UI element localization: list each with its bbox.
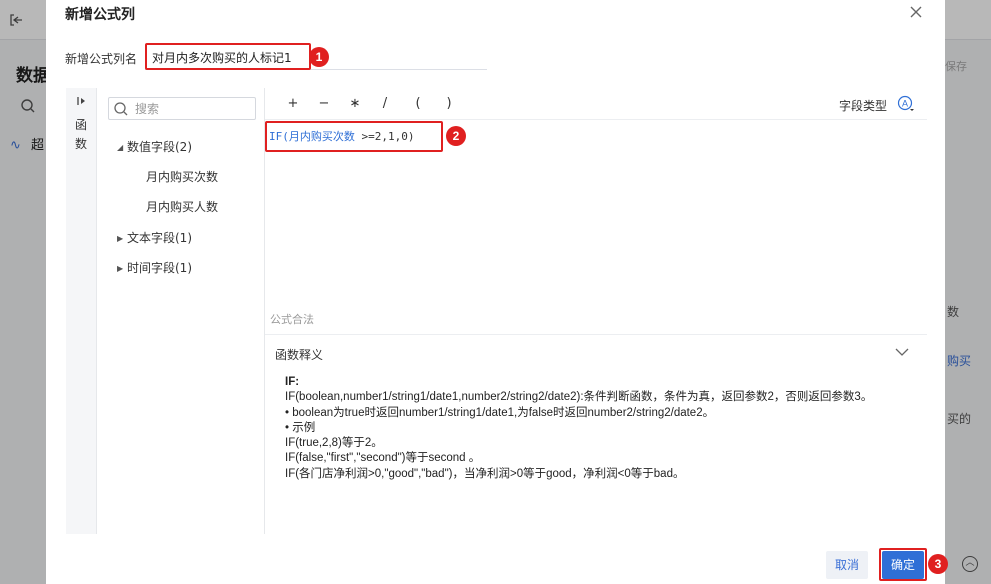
field-item[interactable]: 月内购买人数 <box>146 198 218 215</box>
explanation-line: IF(boolean,number1/string1/date1,number2… <box>285 391 873 404</box>
formula-function: IF( <box>269 130 289 143</box>
dialog-header: 新增公式列 <box>46 0 945 30</box>
explanation-line: IF(true,2,8)等于2。 <box>285 437 383 450</box>
caret-right-icon: ▶ <box>117 264 124 273</box>
field-search[interactable] <box>108 97 256 120</box>
operator-plus[interactable]: + <box>287 96 299 111</box>
tree-group-numeric[interactable]: ◢ 数值字段(2) <box>117 138 192 155</box>
search-icon <box>114 102 128 116</box>
tree-group-text[interactable]: ▶ 文本字段(1) <box>117 229 192 246</box>
new-formula-column-dialog: 新增公式列 新增公式列名 1 函数 ◢数值字段(2) 月内购买次数 月内购买人数… <box>46 0 948 584</box>
explanation-line: IF(各门店净利润>0,"good","bad")，当净利润>0等于good，净… <box>285 467 685 480</box>
formula-field-token: 月内购买次数 <box>288 130 355 143</box>
operator-divide[interactable]: / <box>379 96 391 111</box>
formula-rest: >=2,1,0) <box>354 130 415 143</box>
field-list: ◢数值字段(2) 月内购买次数 月内购买人数 ▶文本字段(1) ▶时间字段(1) <box>97 88 265 534</box>
column-name-label: 新增公式列名 <box>65 52 138 66</box>
formula-validity: 公式合法 <box>270 313 314 326</box>
annotation-badge-2: 2 <box>446 126 466 146</box>
dialog-title: 新增公式列 <box>65 7 135 23</box>
ok-button[interactable]: 确定 <box>882 551 924 579</box>
field-item[interactable]: 月内购买次数 <box>146 168 218 185</box>
cancel-button[interactable]: 取消 <box>826 551 868 579</box>
explanation-header: 函数释义 <box>275 348 324 362</box>
svg-text:A: A <box>902 99 908 109</box>
annotation-badge-3: 3 <box>928 554 948 574</box>
operator-multiply[interactable]: ∗ <box>349 96 361 111</box>
function-explanation: 函数释义 IF: IF(boolean,number1/string1/date… <box>265 334 927 534</box>
function-rail-label: 函数 <box>74 118 87 151</box>
operator-minus[interactable]: − <box>318 96 330 111</box>
formula-panel: 函数 ◢数值字段(2) 月内购买次数 月内购买人数 ▶文本字段(1) ▶时间字段… <box>66 88 927 534</box>
expand-right-icon <box>77 97 85 105</box>
explanation-line: IF(false,"first","second")等于second 。 <box>285 452 481 465</box>
chevron-down-icon[interactable] <box>895 347 909 357</box>
formula-editor: + − ∗ / ( ) 字段类型 A IF(月内购买次数 >=2,1,0) 公式… <box>265 88 927 534</box>
explanation-line: • boolean为true时返回number1/string1/date1,为… <box>285 406 715 419</box>
explanation-line: • 示例 <box>285 421 316 434</box>
field-type-label: 字段类型 <box>839 99 888 113</box>
caret-down-icon: ◢ <box>117 143 124 152</box>
close-icon[interactable] <box>908 4 924 20</box>
formula-text[interactable]: IF(月内购买次数 >=2,1,0) <box>269 128 414 144</box>
operator-close-paren[interactable]: ) <box>443 96 455 111</box>
explanation-body: IF: IF(boolean,number1/string1/date1,num… <box>285 375 915 482</box>
search-input[interactable] <box>135 100 251 117</box>
operator-open-paren[interactable]: ( <box>412 96 424 111</box>
explanation-line: IF: <box>285 376 300 388</box>
field-type-icon[interactable]: A <box>897 95 915 113</box>
function-rail[interactable]: 函数 <box>66 88 97 534</box>
operator-toolbar: + − ∗ / ( ) 字段类型 A <box>265 88 927 120</box>
tree-group-time[interactable]: ▶ 时间字段(1) <box>117 259 192 276</box>
annotation-badge-1: 1 <box>309 47 329 67</box>
caret-right-icon: ▶ <box>117 234 124 243</box>
